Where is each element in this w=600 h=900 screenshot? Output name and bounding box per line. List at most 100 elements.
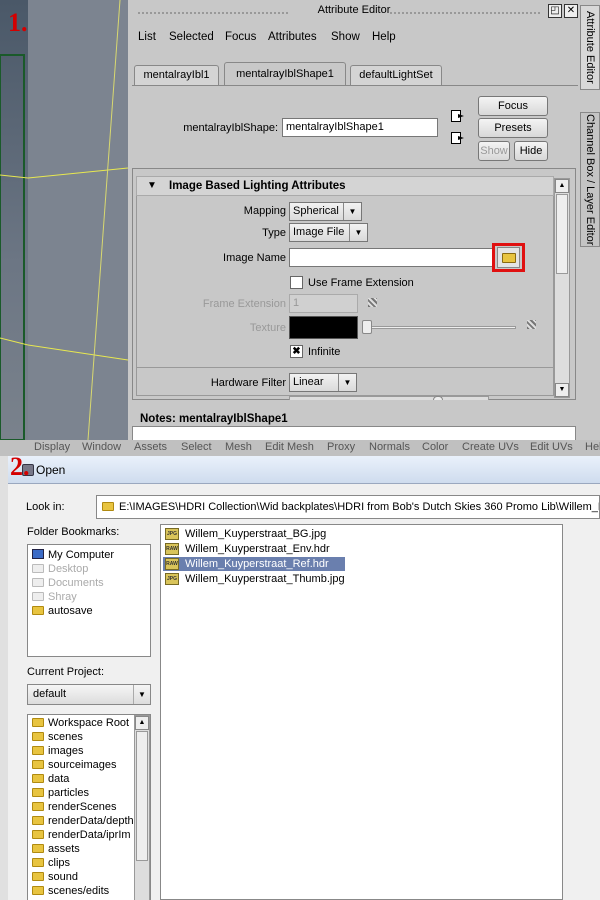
maya-menu-mesh[interactable]: Mesh: [225, 441, 252, 453]
hardware-filter-dropdown[interactable]: Linear ▼: [289, 373, 357, 392]
menu-focus[interactable]: Focus: [225, 31, 256, 43]
scroll-thumb[interactable]: [556, 194, 568, 274]
file-item[interactable]: RAW Willem_Kuyperstraat_Env.hdr: [163, 542, 353, 556]
viewport-3d[interactable]: [0, 0, 28, 440]
bookmark-shray[interactable]: Shray: [32, 590, 77, 604]
scroll-thumb[interactable]: [136, 731, 148, 861]
file-item[interactable]: JPG Willem_Kuyperstraat_Thumb.jpg: [163, 572, 353, 586]
collapse-triangle-icon[interactable]: ▼: [147, 177, 157, 195]
project-folder-item[interactable]: renderScenes: [32, 800, 117, 814]
notes-textarea[interactable]: [132, 426, 576, 440]
maya-menubar: Display Window Assets Select Mesh Edit M…: [0, 440, 600, 456]
project-folder-item[interactable]: renderData/iprIm: [32, 828, 131, 842]
bookmark-desktop[interactable]: Desktop: [32, 562, 88, 576]
project-folders-list[interactable]: Workspace Root scenes images sourceimage…: [27, 714, 151, 900]
bookmark-my-computer[interactable]: My Computer: [32, 548, 114, 562]
infinite-checkbox[interactable]: ✖: [290, 345, 303, 358]
project-folder-item[interactable]: sourceimages: [32, 758, 116, 772]
folder-label: renderData/iprIm: [48, 829, 131, 841]
keyframe-icon[interactable]: [368, 298, 377, 307]
file-item-selected[interactable]: RAW Willem_Kuyperstraat_Ref.hdr: [163, 557, 345, 571]
project-folder-item[interactable]: scenes: [32, 730, 83, 744]
viewport-grid-lines: [28, 0, 128, 440]
hide-button[interactable]: Hide: [514, 141, 548, 161]
menu-attributes[interactable]: Attributes: [268, 31, 317, 43]
menu-show[interactable]: Show: [331, 31, 360, 43]
look-in-path: E:\IMAGES\HDRI Collection\Wid backplates…: [119, 501, 599, 513]
project-folder-item[interactable]: scenes/edits: [32, 884, 109, 898]
copy-tab-icon[interactable]: [451, 132, 465, 144]
viewport-gap: [28, 0, 128, 440]
show-button[interactable]: Show: [478, 141, 510, 161]
focus-button[interactable]: Focus: [478, 96, 548, 116]
look-in-combo[interactable]: E:\IMAGES\HDRI Collection\Wid backplates…: [96, 495, 600, 519]
maya-menu-help[interactable]: Help: [585, 441, 600, 453]
maya-menu-window[interactable]: Window: [82, 441, 121, 453]
bookmarks-list[interactable]: My Computer Desktop Documents Shray auto…: [27, 544, 151, 657]
bookmark-autosave[interactable]: autosave: [32, 604, 93, 618]
section-header-ibl[interactable]: ▼ Image Based Lighting Attributes: [136, 176, 554, 196]
frame-extension-field[interactable]: 1: [289, 294, 358, 313]
bookmark-label: Documents: [48, 577, 104, 589]
files-list[interactable]: JPG Willem_Kuyperstraat_BG.jpg RAW Wille…: [160, 524, 563, 900]
maya-menu-display[interactable]: Display: [34, 441, 70, 453]
menu-selected[interactable]: Selected: [169, 31, 214, 43]
use-frame-extension-checkbox[interactable]: [290, 276, 303, 289]
scroll-down-icon[interactable]: ▼: [555, 383, 569, 397]
open-dialog-panel: Display Window Assets Select Mesh Edit M…: [0, 440, 600, 900]
maya-left-toolbar: [0, 456, 8, 900]
texture-map-icon[interactable]: [527, 320, 536, 329]
side-tab-channel-box[interactable]: Channel Box / Layer Editor: [580, 112, 600, 247]
maya-menu-assets[interactable]: Assets: [134, 441, 167, 453]
project-folder-item[interactable]: clips: [32, 856, 70, 870]
image-name-field[interactable]: [289, 248, 493, 267]
file-name: Willem_Kuyperstraat_BG.jpg: [185, 528, 327, 540]
maya-menu-create-uvs[interactable]: Create UVs: [462, 441, 519, 453]
window-title: Attribute Editor: [317, 4, 391, 16]
project-folder-item[interactable]: sound: [32, 870, 78, 884]
restore-icon[interactable]: ◰: [548, 4, 562, 18]
menu-list[interactable]: List: [138, 31, 156, 43]
texture-slider-handle[interactable]: [362, 320, 372, 334]
tab-mentalrayiblshape1[interactable]: mentalrayIblShape1: [224, 62, 346, 86]
menu-help[interactable]: Help: [372, 31, 396, 43]
project-folder-item[interactable]: images: [32, 744, 83, 758]
scroll-up-icon[interactable]: ▲: [555, 179, 569, 193]
close-icon[interactable]: ✕: [564, 4, 578, 18]
bookmark-label: autosave: [48, 605, 93, 617]
folder-icon: [32, 816, 44, 825]
dialog-title: Open: [36, 463, 66, 477]
current-project-dropdown[interactable]: default ▼: [27, 684, 151, 705]
node-name-field[interactable]: mentalrayIblShape1: [282, 118, 438, 137]
select-node-icon[interactable]: [451, 110, 465, 122]
dialog-titlebar[interactable]: Open: [8, 456, 600, 484]
project-folder-item[interactable]: data: [32, 772, 69, 786]
title-grip-right[interactable]: [390, 12, 540, 14]
folder-icon: [32, 802, 44, 811]
maya-menu-proxy[interactable]: Proxy: [327, 441, 355, 453]
maya-menu-normals[interactable]: Normals: [369, 441, 410, 453]
scroll-up-icon[interactable]: ▲: [135, 716, 149, 730]
project-folder-item[interactable]: renderData/depth: [32, 814, 134, 828]
type-label: Type: [262, 227, 286, 239]
texture-slider-track[interactable]: [368, 326, 516, 329]
bookmark-documents[interactable]: Documents: [32, 576, 104, 590]
folder-icon: [32, 718, 44, 727]
tab-mentalrayibl1[interactable]: mentalrayIbl1: [134, 65, 219, 85]
type-dropdown[interactable]: Image File ▼: [289, 223, 368, 242]
hdr-file-icon: RAW: [165, 558, 179, 570]
mapping-dropdown[interactable]: Spherical ▼: [289, 202, 362, 221]
side-tab-attribute-editor[interactable]: Attribute Editor: [580, 5, 600, 90]
texture-color-swatch[interactable]: [289, 316, 358, 339]
maya-menu-edit-uvs[interactable]: Edit UVs: [530, 441, 573, 453]
maya-menu-edit-mesh[interactable]: Edit Mesh: [265, 441, 314, 453]
maya-menu-color[interactable]: Color: [422, 441, 448, 453]
browse-folder-button[interactable]: [497, 247, 520, 268]
maya-menu-select[interactable]: Select: [181, 441, 212, 453]
tab-defaultlightset[interactable]: defaultLightSet: [350, 65, 442, 85]
project-folder-item[interactable]: Workspace Root: [32, 716, 129, 730]
file-item[interactable]: JPG Willem_Kuyperstraat_BG.jpg: [163, 527, 353, 541]
project-folder-item[interactable]: assets: [32, 842, 80, 856]
project-folder-item[interactable]: particles: [32, 786, 89, 800]
presets-button[interactable]: Presets: [478, 118, 548, 138]
